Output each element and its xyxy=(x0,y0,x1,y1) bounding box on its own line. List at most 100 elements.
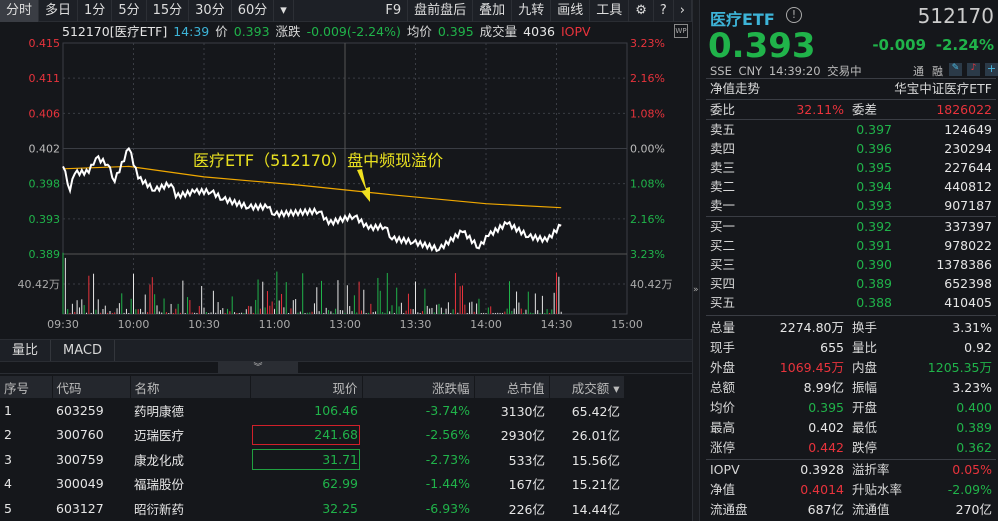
bell-icon[interactable]: ♪ xyxy=(967,63,980,76)
stat-value: 3.31% xyxy=(952,320,992,335)
x-tick: 14:00 xyxy=(470,318,502,331)
nav-trend-label[interactable]: 净值走势 xyxy=(710,79,760,98)
collapse-arrow-icon[interactable]: » xyxy=(693,285,699,295)
tab-5min[interactable]: 5分 xyxy=(112,0,147,22)
row-name: 康龙化成 xyxy=(134,452,185,468)
stat-row: 流通盘 687亿 流通值 270亿 xyxy=(710,500,992,519)
col-change[interactable]: 涨跌幅 xyxy=(362,376,475,398)
price-change: -0.009 xyxy=(872,36,926,54)
nav-trend-row[interactable]: 净值走势 华宝中证医疗ETF xyxy=(710,79,992,98)
chevron-down-icon[interactable]: ︾ xyxy=(218,362,298,374)
row-index: 3 xyxy=(4,451,12,467)
col-index[interactable]: 序号 xyxy=(0,376,53,398)
col-name[interactable]: 名称 xyxy=(130,376,251,398)
level-volume: 227644 xyxy=(944,160,992,175)
intraday-chart[interactable]: 0.415 3.23% 0.411 2.16% 0.406 1.08% 0.402 0.00%… xyxy=(0,36,692,336)
table-row[interactable]: 5 603127 昭衍新药 32.25 -6.93% 226亿 14.44亿 xyxy=(0,496,692,521)
tab-1min[interactable]: 1分 xyxy=(78,0,113,22)
row-turnover: 26.01亿 xyxy=(571,428,620,444)
x-tick: 09:30 xyxy=(47,318,79,331)
row-turnover: 65.42亿 xyxy=(571,403,620,419)
level-price: 0.396 xyxy=(856,141,892,156)
row-price: 106.46 xyxy=(314,402,358,418)
stat-value: 0.92 xyxy=(964,340,992,355)
pre-post-market-button[interactable]: 盘前盘后 xyxy=(408,0,474,22)
tools-button[interactable]: 工具 xyxy=(590,0,630,22)
stat-value: 0.4014 xyxy=(800,482,844,497)
stat-label: 最低 xyxy=(852,420,878,435)
order-book-row[interactable]: 买一 0.392 337397 xyxy=(710,217,992,236)
volume-tick-left: 40.42万 xyxy=(18,278,61,291)
tab-intraday[interactable]: 分时 xyxy=(0,0,40,22)
stat-value: 0.389 xyxy=(956,420,992,435)
tab-60min[interactable]: 60分 xyxy=(232,0,275,22)
chevron-right-icon[interactable]: › xyxy=(674,0,692,22)
panel-divider[interactable]: » xyxy=(692,0,700,521)
level-label: 卖四 xyxy=(710,141,736,156)
row-change: -1.44% xyxy=(425,476,470,492)
row-name: 昭衍新药 xyxy=(134,501,185,517)
table-row[interactable]: 2 300760 迈瑞医疗 241.68 -2.56% 2930亿 26.01亿 xyxy=(0,423,692,448)
tab-multiday[interactable]: 多日 xyxy=(39,0,79,22)
tag-connect: 通 xyxy=(913,65,924,78)
level-label: 卖一 xyxy=(710,198,736,213)
y-tick-left: 0.406 xyxy=(29,107,61,120)
help-icon[interactable]: ? xyxy=(654,0,674,22)
col-code[interactable]: 代码 xyxy=(52,376,131,398)
order-book-row[interactable]: 卖二 0.394 440812 xyxy=(710,177,992,196)
x-tick: 13:30 xyxy=(400,318,432,331)
level-volume: 978022 xyxy=(944,238,992,253)
tab-volume-ratio[interactable]: 量比 xyxy=(0,340,52,361)
level-volume: 652398 xyxy=(944,276,992,291)
order-book-row[interactable]: 买三 0.390 1378386 xyxy=(710,255,992,274)
row-change: -6.93% xyxy=(425,500,470,516)
stat-row: 涨停 0.442 跌停 0.362 xyxy=(710,438,992,457)
level-label: 卖五 xyxy=(710,122,736,137)
col-mktcap[interactable]: 总市值 xyxy=(474,376,550,398)
order-book-row[interactable]: 买二 0.391 978022 xyxy=(710,236,992,255)
more-periods-dropdown[interactable]: ▾ xyxy=(274,0,294,22)
order-book-row[interactable]: 卖一 0.393 907187 xyxy=(710,196,992,215)
info-icon[interactable]: ! xyxy=(786,7,802,23)
stat-row: 现手 655 量比 0.92 xyxy=(710,338,992,357)
stat-label: 最高 xyxy=(710,420,736,435)
y-tick-left: 0.389 xyxy=(29,248,61,261)
nine-turn-button[interactable]: 九转 xyxy=(512,0,552,22)
level-label: 买五 xyxy=(710,295,736,310)
stat-row: 外盘 1069.45万 内盘 1205.35万 xyxy=(710,358,992,377)
price-change-pct: -2.24% xyxy=(935,36,994,54)
col-price[interactable]: 现价 xyxy=(250,376,363,398)
order-book-row[interactable]: 买四 0.389 652398 xyxy=(710,274,992,293)
table-row[interactable]: 4 300049 福瑞股份 62.99 -1.44% 167亿 15.21亿 xyxy=(0,472,692,497)
tag-margin: 融 xyxy=(932,65,943,78)
stat-label: 振幅 xyxy=(852,380,878,395)
row-price: 241.68 xyxy=(250,423,362,448)
table-row[interactable]: 3 300759 康龙化成 31.71 -2.73% 533亿 15.56亿 xyxy=(0,447,692,472)
order-book-row[interactable]: 卖五 0.397 124649 xyxy=(710,120,992,139)
table-row[interactable]: 1 603259 药明康德 106.46 -3.74% 3130亿 65.42亿 xyxy=(0,398,692,423)
row-index: 5 xyxy=(4,500,12,516)
chart-panel: 分时 多日 1分 5分 15分 30分 60分 ▾ F9 盘前盘后 叠加 九转 … xyxy=(0,0,692,521)
add-icon[interactable]: + xyxy=(985,63,998,76)
y-tick-left: 0.415 xyxy=(29,37,61,50)
level-volume: 1378386 xyxy=(936,257,992,272)
tab-15min[interactable]: 15分 xyxy=(147,0,190,22)
draw-line-button[interactable]: 画线 xyxy=(551,0,591,22)
row-change: -3.74% xyxy=(425,402,470,418)
y-tick-right: 3.23% xyxy=(630,248,665,261)
f9-button[interactable]: F9 xyxy=(379,0,409,22)
pencil-icon[interactable]: ✎ xyxy=(949,63,962,76)
overlay-button[interactable]: 叠加 xyxy=(473,0,513,22)
gear-icon[interactable]: ⚙ xyxy=(629,0,654,22)
tab-macd[interactable]: MACD xyxy=(51,340,115,361)
row-name: 福瑞股份 xyxy=(134,477,185,493)
order-book-row[interactable]: 买五 0.388 410405 xyxy=(710,293,992,312)
order-ratio-value: 32.11% xyxy=(796,102,844,117)
tab-30min[interactable]: 30分 xyxy=(189,0,232,22)
order-book-row[interactable]: 卖三 0.395 227644 xyxy=(710,158,992,177)
indicator-tabs: 量比 MACD xyxy=(0,339,692,362)
row-code: 603127 xyxy=(56,500,104,516)
level-volume: 410405 xyxy=(944,295,992,310)
col-turnover[interactable]: 成交额 ▾ xyxy=(549,376,625,398)
order-book-row[interactable]: 卖四 0.396 230294 xyxy=(710,139,992,158)
